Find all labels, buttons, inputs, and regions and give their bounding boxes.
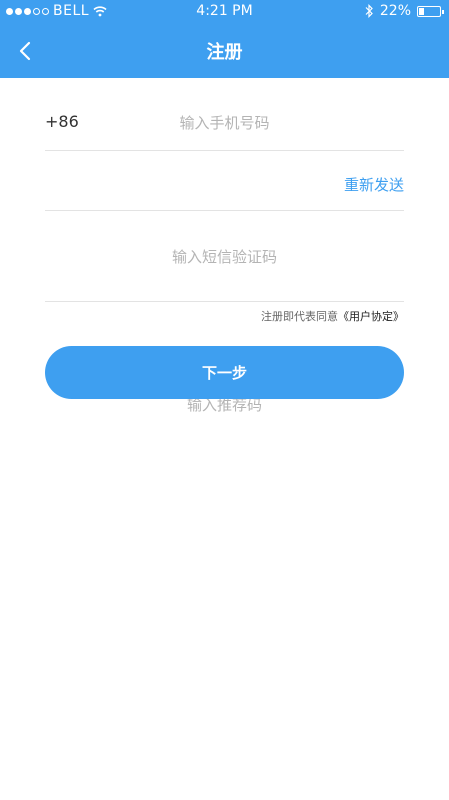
resend-code-link[interactable]: 重新发送 (344, 174, 404, 195)
battery-icon (417, 5, 444, 17)
phone-input[interactable] (105, 112, 344, 134)
registration-screen: BELL 4:21 PM 22% 注册 +86 输入手机号码 输入短信验证码 输… (0, 0, 449, 800)
agreement-prefix: 注册即代表同意 (261, 310, 338, 323)
header: BELL 4:21 PM 22% 注册 (0, 0, 449, 78)
referral-row (45, 211, 404, 414)
battery-percent: 22% (379, 3, 411, 19)
status-right: 22% (364, 3, 444, 19)
agreement-text: 注册即代表同意《用户协定》 (261, 308, 404, 324)
page-title: 注册 (206, 42, 243, 63)
country-code: +86 (45, 112, 79, 131)
next-step-button[interactable]: 下一步 (45, 346, 404, 399)
nav-bar: 注册 (0, 24, 449, 78)
user-agreement-link[interactable]: 《用户协定》 (338, 310, 404, 323)
battery-level (419, 7, 424, 15)
phone-row: +86 (45, 78, 404, 151)
bluetooth-icon (365, 4, 373, 18)
battery-tip (442, 9, 444, 14)
status-bar: BELL 4:21 PM 22% (0, 0, 449, 24)
